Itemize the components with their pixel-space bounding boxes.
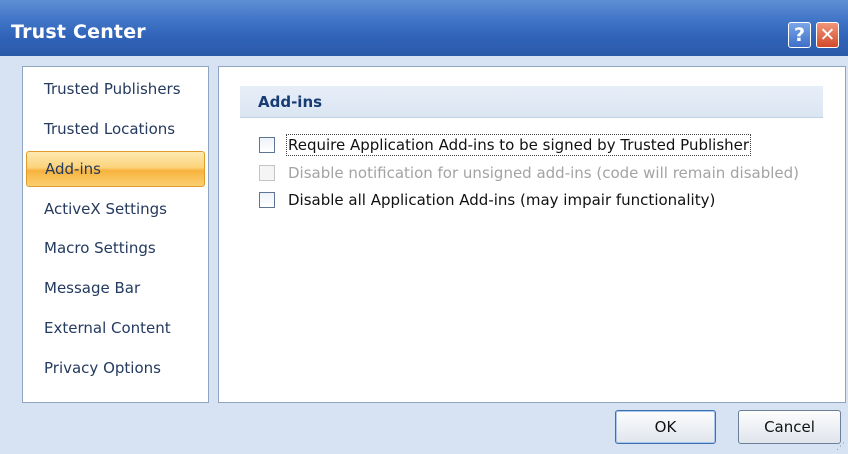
sidebar-item-macro-settings[interactable]: Macro Settings <box>26 230 205 266</box>
close-button[interactable]: ✕ <box>816 22 839 48</box>
trust-center-dialog: Trust Center ? ✕ Trusted Publishers Trus… <box>0 0 848 454</box>
window-title: Trust Center <box>11 21 146 43</box>
sidebar-item-activex-settings[interactable]: ActiveX Settings <box>26 191 205 227</box>
disable-all-addins-label: Disable all Application Add-ins (may imp… <box>288 191 716 209</box>
sidebar-item-message-bar[interactable]: Message Bar <box>26 270 205 306</box>
ok-button[interactable]: OK <box>615 410 716 444</box>
disable-all-addins-option[interactable]: Disable all Application Add-ins (may imp… <box>259 188 715 212</box>
cancel-button-label: Cancel <box>764 418 815 436</box>
help-icon: ? <box>793 24 806 46</box>
sidebar-item-label: ActiveX Settings <box>44 200 167 218</box>
sidebar-item-label: Privacy Options <box>44 359 161 377</box>
ok-button-label: OK <box>654 418 677 436</box>
sidebar-item-add-ins[interactable]: Add-ins <box>26 151 205 187</box>
require-signed-addins-checkbox[interactable] <box>259 137 275 153</box>
sidebar-item-label: Add-ins <box>45 160 101 178</box>
close-icon: ✕ <box>819 24 836 46</box>
trust-center-nav: Trusted Publishers Trusted Locations Add… <box>22 66 209 403</box>
disable-notification-checkbox <box>259 165 275 181</box>
section-title: Add-ins <box>258 92 323 111</box>
sidebar-item-trusted-publishers[interactable]: Trusted Publishers <box>26 71 205 107</box>
sidebar-item-label: Trusted Locations <box>44 120 176 138</box>
disable-notification-label: Disable notification for unsigned add-in… <box>288 164 800 182</box>
sidebar-item-privacy-options[interactable]: Privacy Options <box>26 350 205 386</box>
cancel-button[interactable]: Cancel <box>738 410 841 444</box>
sidebar-item-label: Macro Settings <box>44 239 156 257</box>
title-bar[interactable]: Trust Center ? ✕ <box>0 0 848 56</box>
section-header: Add-ins <box>240 86 823 118</box>
sidebar-item-trusted-locations[interactable]: Trusted Locations <box>26 111 205 147</box>
require-signed-addins-label: Require Application Add-ins to be signed… <box>285 134 752 156</box>
sidebar-item-label: Message Bar <box>44 279 141 297</box>
sidebar-item-label: Trusted Publishers <box>44 80 181 98</box>
help-button[interactable]: ? <box>788 22 811 48</box>
require-signed-addins-option[interactable]: Require Application Add-ins to be signed… <box>259 133 752 157</box>
sidebar-item-external-content[interactable]: External Content <box>26 310 205 346</box>
disable-notification-option: Disable notification for unsigned add-in… <box>259 161 799 185</box>
disable-all-addins-checkbox[interactable] <box>259 192 275 208</box>
add-ins-panel: Add-ins Require Application Add-ins to b… <box>218 66 846 403</box>
resize-grip-icon[interactable]: ⋰ <box>836 442 846 452</box>
sidebar-item-label: External Content <box>44 319 171 337</box>
